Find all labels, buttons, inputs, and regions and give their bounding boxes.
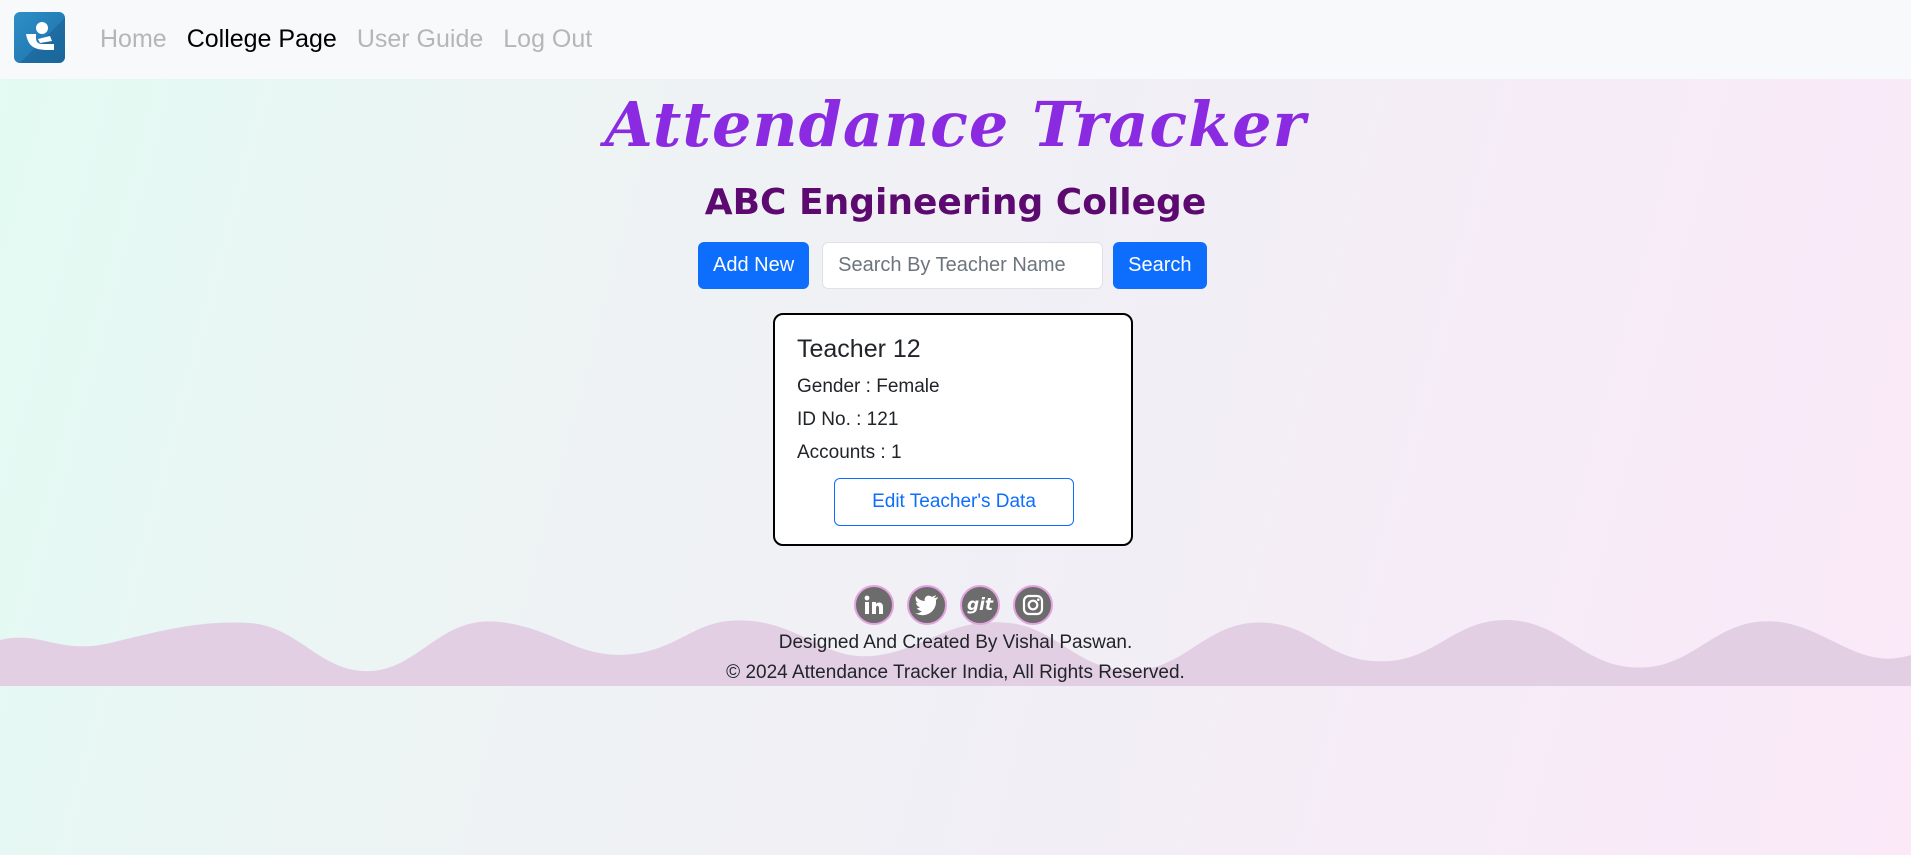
footer-copyright: © 2024 Attendance Tracker India, All Rig… xyxy=(726,662,1185,683)
teacher-card: Teacher 12 Gender : Female ID No. : 121 … xyxy=(773,313,1133,546)
instagram-icon[interactable] xyxy=(1013,585,1053,625)
nav-links: Home College Page User Guide Log Out xyxy=(100,0,612,79)
add-new-button[interactable]: Add New xyxy=(698,241,810,289)
git-icon[interactable]: git xyxy=(960,585,1000,625)
nav-log-out-link[interactable]: Log Out xyxy=(503,25,592,54)
footer: git Designed And Created By Vishal Paswa… xyxy=(0,585,1911,686)
search-input[interactable] xyxy=(822,241,1104,289)
college-name: ABC Engineering College xyxy=(704,182,1207,223)
teacher-accounts: Accounts : 1 xyxy=(797,442,902,463)
social-links: git xyxy=(854,585,1066,625)
teacher-name: Teacher 12 xyxy=(797,335,921,363)
toolbar: Add New Search xyxy=(698,241,1207,289)
git-label: git xyxy=(966,595,994,615)
page-title: Attendance Tracker xyxy=(604,88,1307,161)
app-logo-icon[interactable] xyxy=(14,12,65,63)
edit-teacher-button[interactable]: Edit Teacher's Data xyxy=(834,478,1074,526)
nav-home-link[interactable]: Home xyxy=(100,25,167,54)
navbar: Home College Page User Guide Log Out xyxy=(0,0,1911,79)
footer-credit: Designed And Created By Vishal Paswan. xyxy=(778,632,1133,653)
nav-college-page-link[interactable]: College Page xyxy=(187,25,337,54)
search-button[interactable]: Search xyxy=(1113,241,1207,289)
twitter-icon[interactable] xyxy=(907,585,947,625)
teacher-id: ID No. : 121 xyxy=(797,409,899,430)
teacher-gender: Gender : Female xyxy=(797,376,940,397)
nav-user-guide-link[interactable]: User Guide xyxy=(357,25,483,54)
linkedin-icon[interactable] xyxy=(854,585,894,625)
